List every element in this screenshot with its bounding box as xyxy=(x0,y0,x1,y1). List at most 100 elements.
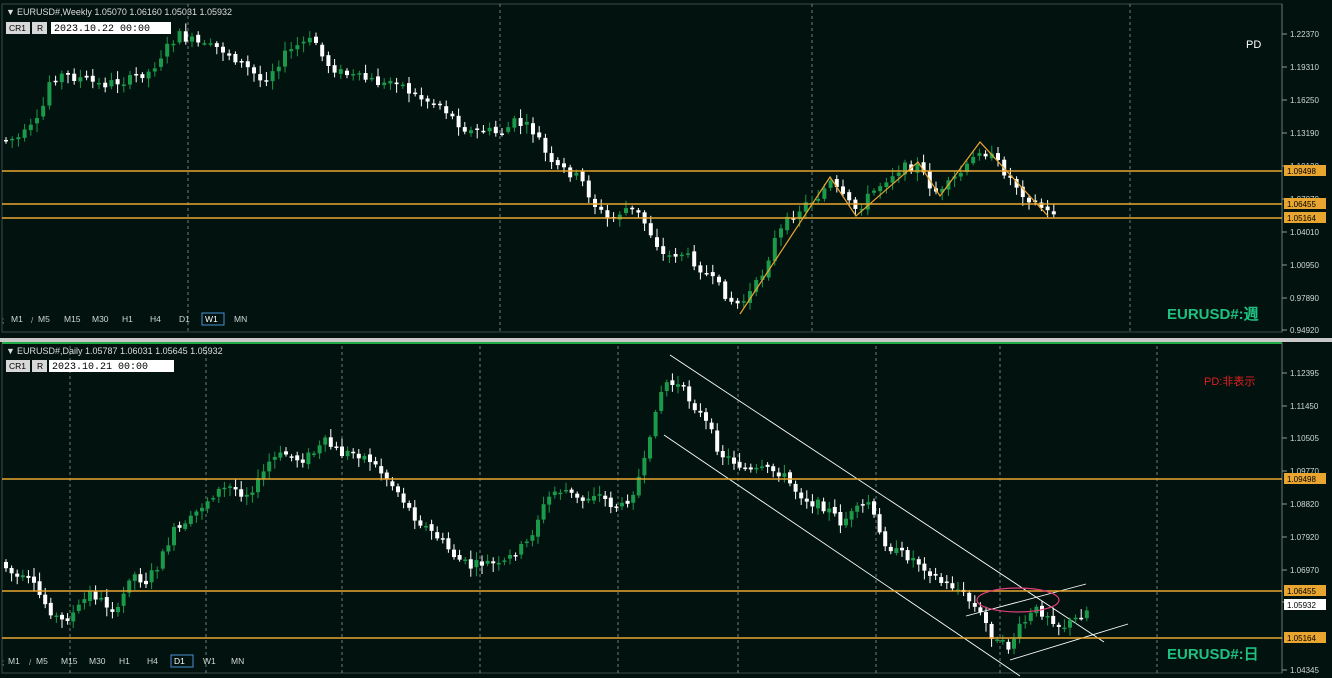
candle-body xyxy=(429,524,434,531)
timeframe-button-w1[interactable]: W1 xyxy=(205,314,218,324)
price-tick-label: 0.97890 xyxy=(1290,294,1319,303)
candle-body xyxy=(866,502,871,505)
candle-body xyxy=(624,208,628,214)
candle-body xyxy=(32,576,36,583)
candle-body xyxy=(508,554,512,559)
weekly-timeframe-bar[interactable]: ; M1/M5 M15 M30 H1 H4 D1 W1 MN xyxy=(2,312,247,326)
timeframe-button-h4[interactable]: H4 xyxy=(150,314,161,324)
candle-body xyxy=(847,192,852,201)
expand-arrow-icon[interactable]: ▼ xyxy=(6,346,15,356)
timeframe-button-m1[interactable]: M1 xyxy=(8,656,20,666)
candle-body xyxy=(345,450,350,457)
candle-body xyxy=(782,473,787,477)
candle-body xyxy=(655,237,659,247)
daily-chart-canvas[interactable]: ▼ EURUSD#,Daily 1.05787 1.06031 1.05645 … xyxy=(0,342,1332,678)
candle-body xyxy=(196,34,201,43)
candle-body xyxy=(983,153,988,157)
candle-body xyxy=(729,297,734,302)
timeframe-button-d1[interactable]: D1 xyxy=(179,314,190,324)
candle-body xyxy=(872,501,876,515)
candle-body xyxy=(543,137,548,153)
candle-body xyxy=(841,186,845,194)
candle-body xyxy=(603,495,608,499)
candle-body xyxy=(771,466,776,472)
candle-body xyxy=(307,37,312,43)
candle-body xyxy=(950,583,955,589)
candle-body xyxy=(295,45,300,50)
candle-body xyxy=(772,237,777,262)
candle-body xyxy=(631,494,636,503)
candle-body xyxy=(54,615,59,618)
candle-body xyxy=(502,560,507,562)
weekly-chart-canvas[interactable]: ▼ EURUSD#,Weekly 1.05070 1.06160 1.05031… xyxy=(0,0,1332,338)
candle-body xyxy=(345,70,349,76)
candle-body xyxy=(390,481,395,487)
timeframe-button-m1[interactable]: M1 xyxy=(11,314,23,324)
candle-body xyxy=(306,452,311,465)
price-tick-label: 1.04345 xyxy=(1290,666,1319,675)
timeframe-button-mn[interactable]: MN xyxy=(234,314,247,324)
candle-body xyxy=(20,575,25,578)
candle-body xyxy=(636,210,641,213)
daily-timeframe-bar[interactable]: ; M1/M5 M15 M30 H1 H4 D1 W1 MN xyxy=(2,654,244,668)
candle-body xyxy=(894,548,899,554)
price-tick-label: 0.94920 xyxy=(1290,326,1319,335)
candle-body xyxy=(661,246,666,254)
price-tick-label: 1.08820 xyxy=(1290,500,1319,509)
candle-body xyxy=(827,508,832,513)
candle-body xyxy=(444,106,449,114)
candle-body xyxy=(844,518,848,526)
candle-body xyxy=(500,133,504,135)
candle-body xyxy=(564,490,568,492)
candle-body xyxy=(183,31,188,42)
level-price-label: 1.05164 xyxy=(1287,634,1316,643)
timeframe-button-h4[interactable]: H4 xyxy=(147,656,158,666)
candle-body xyxy=(698,410,703,413)
timeframe-button-mn[interactable]: MN xyxy=(231,656,244,666)
candle-body xyxy=(121,84,126,87)
candle-body xyxy=(537,132,542,138)
timeframe-button-h1[interactable]: H1 xyxy=(122,314,133,324)
weekly-chart-pane[interactable]: ▼ EURUSD#,Weekly 1.05070 1.06160 1.05031… xyxy=(0,0,1332,338)
cr1-label: CR1 xyxy=(9,361,26,371)
candle-body xyxy=(599,206,604,210)
candle-body xyxy=(916,559,921,565)
candle-body xyxy=(667,255,672,257)
timeframe-button-m15[interactable]: M15 xyxy=(64,314,81,324)
timeframe-button-m5[interactable]: M5 xyxy=(38,314,50,324)
candle-body xyxy=(958,172,963,177)
candle-body xyxy=(1068,620,1072,628)
candle-body xyxy=(104,597,109,608)
candle-body xyxy=(149,570,154,583)
candle-body xyxy=(620,502,624,507)
candle-body xyxy=(1084,610,1089,619)
candle-body xyxy=(88,590,92,601)
candle-body xyxy=(804,498,809,502)
candle-body xyxy=(692,251,697,267)
timeframe-button-m5[interactable]: M5 xyxy=(36,656,48,666)
expand-arrow-icon[interactable]: ▼ xyxy=(6,7,15,17)
candle-body xyxy=(933,573,938,576)
timeframe-button-w1[interactable]: W1 xyxy=(203,656,216,666)
candle-body xyxy=(363,73,368,80)
candle-body xyxy=(320,44,325,57)
candle-body xyxy=(717,276,721,283)
timeframe-button-m30[interactable]: M30 xyxy=(89,656,106,666)
timeframe-button-m15[interactable]: M15 xyxy=(61,656,78,666)
candle-body xyxy=(552,491,557,496)
candle-body xyxy=(1056,624,1061,628)
candle-body xyxy=(82,599,87,603)
candle-body xyxy=(799,492,804,499)
timeframe-button-d1[interactable]: D1 xyxy=(174,656,185,666)
candle-body xyxy=(37,581,42,595)
candle-body xyxy=(608,497,613,508)
candle-body xyxy=(580,171,585,182)
daily-chart-pane[interactable]: ▼ EURUSD#,Daily 1.05787 1.06031 1.05645 … xyxy=(0,342,1332,678)
candle-body xyxy=(121,593,126,606)
timeframe-button-m30[interactable]: M30 xyxy=(92,314,109,324)
weekly-header-text: EURUSD#,Weekly 1.05070 1.06160 1.05031 1… xyxy=(17,7,232,17)
candle-body xyxy=(681,385,686,387)
candle-body xyxy=(754,467,759,470)
candle-body xyxy=(732,457,736,464)
timeframe-button-h1[interactable]: H1 xyxy=(119,656,130,666)
